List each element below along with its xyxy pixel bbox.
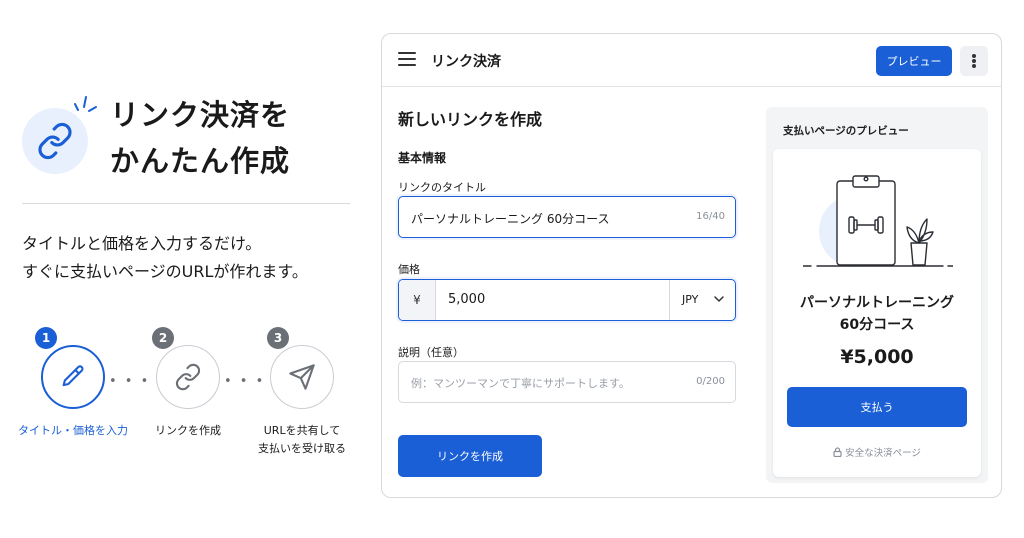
description-char-count: 0/200 [696, 376, 725, 387]
hero-headline: リンク決済を かんたん作成 [110, 92, 360, 184]
lead-line-1: タイトルと価格を入力するだけ。 [22, 234, 262, 253]
description-input[interactable]: 例：マンツーマンで丁寧にサポートします。 0/200 [398, 361, 736, 403]
clipboard-dumbbell-illustration [803, 175, 953, 267]
lock-icon [833, 447, 842, 458]
preview-panel: 支払いページのプレビュー パーソナルトレーニング 60分コース ¥5,000 支… [766, 107, 988, 483]
pencil-icon [62, 365, 84, 387]
lead-text: タイトルと価格を入力するだけ。 すぐに支払いページのURLが作れます。 [22, 230, 362, 286]
preview-heading: 支払いページのプレビュー [783, 125, 909, 137]
step-2-number: 2 [152, 327, 174, 349]
step-3-circle [270, 345, 334, 409]
title-char-count: 16/40 [696, 211, 725, 222]
currency-symbol: ¥ [399, 280, 436, 320]
chevron-down-icon [714, 296, 724, 302]
create-link-button[interactable]: リンクを作成 [398, 435, 542, 477]
step-1-circle [41, 345, 105, 409]
step-1-label: タイトル・価格を入力 [18, 424, 128, 437]
product-name-line-2: 60分コース [839, 317, 915, 333]
headline-line-1: リンク決済を [110, 98, 291, 132]
currency-select[interactable]: JPY [669, 280, 735, 320]
step-3-label-line-2: 支払いを受け取る [258, 442, 346, 455]
link-icon [38, 122, 72, 160]
product-price: ¥5,000 [840, 346, 914, 368]
link-icon [175, 363, 201, 391]
form-heading: 新しいリンクを作成 [398, 110, 543, 129]
pay-button[interactable]: 支払う [787, 387, 967, 427]
step-2-circle [156, 345, 220, 409]
promo-section: リンク決済を かんたん作成 タイトルと価格を入力するだけ。 すぐに支払いページの… [0, 0, 370, 538]
hero-circle [22, 108, 88, 174]
section-label: 基本情報 [398, 151, 447, 165]
preview-button[interactable]: プレビュー [876, 46, 952, 76]
secure-note: 安全な決済ページ [773, 445, 981, 459]
price-input-group: ¥ 5,000 JPY [398, 279, 736, 321]
hamburger-menu-icon[interactable] [398, 52, 416, 68]
send-icon [289, 364, 315, 390]
step-2-label: リンクを作成 [155, 424, 221, 437]
payment-card: パーソナルトレーニング 60分コース ¥5,000 支払う 安全な決済ページ [773, 149, 981, 477]
price-field-label: 価格 [398, 263, 420, 276]
description-placeholder: 例：マンツーマンで丁寧にサポートします。 [411, 377, 630, 390]
sparkle-icon [74, 96, 97, 112]
price-input[interactable]: 5,000 [448, 292, 485, 307]
product-name: パーソナルトレーニング 60分コース [773, 292, 981, 336]
currency-select-value: JPY [682, 293, 699, 306]
divider [22, 203, 350, 204]
app-header: リンク決済 プレビュー [382, 34, 1001, 87]
app-window: リンク決済 プレビュー 新しいリンクを作成 基本情報 リンクのタイトル パーソナ… [381, 33, 1002, 498]
lead-line-2: すぐに支払いページのURLが作れます。 [22, 262, 308, 281]
title-input[interactable]: パーソナルトレーニング 60分コース 16/40 [398, 196, 736, 238]
step-1-number: 1 [35, 327, 57, 349]
more-options-icon[interactable] [960, 46, 988, 76]
title-field-label: リンクのタイトル [398, 181, 486, 194]
app-title: リンク決済 [431, 54, 501, 70]
desc-field-label: 説明（任意） [398, 346, 464, 359]
title-input-value: パーソナルトレーニング 60分コース [411, 212, 610, 226]
secure-note-text: 安全な決済ページ [845, 448, 921, 459]
step-3-number: 3 [267, 327, 289, 349]
step-3-label-line-1: URLを共有して [263, 424, 341, 437]
step-3-label: URLを共有して 支払いを受け取る [247, 422, 357, 458]
headline-line-2: かんたん作成 [110, 144, 291, 178]
product-name-line-1: パーソナルトレーニング [800, 295, 954, 311]
hero-link-badge [22, 96, 102, 178]
